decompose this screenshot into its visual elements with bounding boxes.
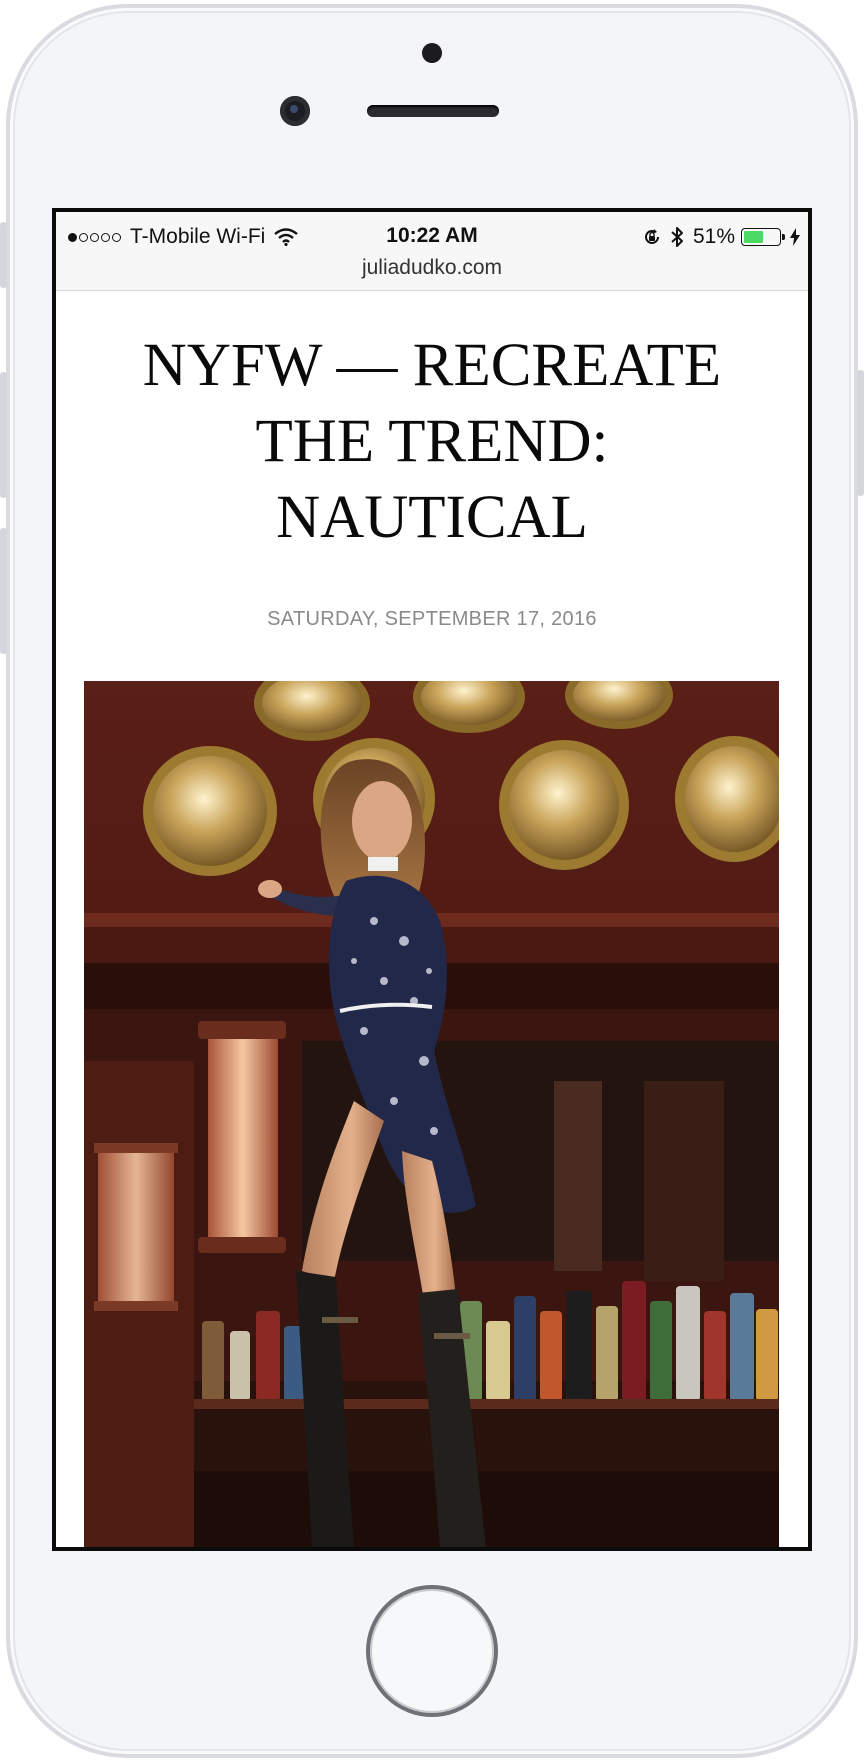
front-camera-icon xyxy=(280,96,310,126)
home-button[interactable] xyxy=(366,1585,498,1717)
phone-screen: T-Mobile Wi-Fi 10:22 AM 51% juliadudko.c… xyxy=(52,208,812,1551)
orientation-lock-icon xyxy=(642,227,662,247)
charging-bolt-icon xyxy=(790,228,800,246)
mute-switch xyxy=(0,222,7,288)
volume-up-button xyxy=(0,372,7,498)
status-icons: 51% xyxy=(642,223,800,251)
post-date: SATURDAY, SEPTEMBER 17, 2016 xyxy=(267,608,597,630)
earpiece-speaker xyxy=(367,105,499,117)
address-bar-url[interactable]: juliadudko.com xyxy=(56,256,808,280)
battery-icon xyxy=(741,228,785,246)
post-title: NYFW — RECREATE THE TREND: NAUTICAL xyxy=(142,332,722,551)
bluetooth-icon xyxy=(670,226,684,248)
battery-percent: 51% xyxy=(692,225,735,248)
status-bar: T-Mobile Wi-Fi 10:22 AM 51% juliadudko.c… xyxy=(56,212,808,291)
volume-down-button xyxy=(0,528,7,654)
post-hero-image xyxy=(84,681,779,1547)
proximity-sensor xyxy=(422,43,442,63)
power-button xyxy=(857,370,864,496)
